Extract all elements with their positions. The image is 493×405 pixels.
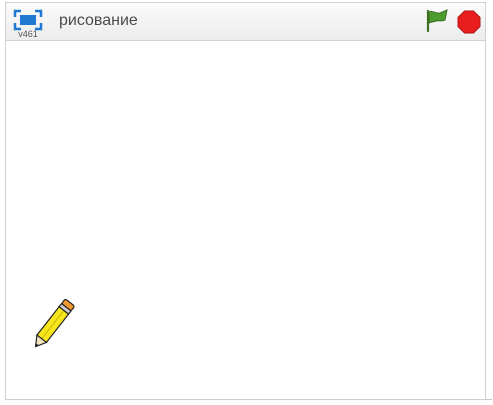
fullscreen-button[interactable]	[13, 9, 43, 31]
player-titlebar: v461 рисование	[6, 3, 485, 41]
stop-button[interactable]	[457, 10, 481, 34]
stop-icon	[457, 10, 481, 34]
green-flag-icon	[426, 9, 448, 33]
fullscreen-icon	[13, 9, 43, 31]
project-title: рисование	[59, 12, 138, 29]
resize-corner	[486, 399, 492, 400]
version-label: v461	[18, 29, 38, 39]
pencil-sprite[interactable]	[26, 291, 82, 355]
green-flag-button[interactable]	[424, 9, 450, 33]
stage-canvas[interactable]	[6, 41, 485, 399]
project-player: v461 рисование	[5, 2, 486, 400]
pencil-icon	[34, 299, 75, 348]
